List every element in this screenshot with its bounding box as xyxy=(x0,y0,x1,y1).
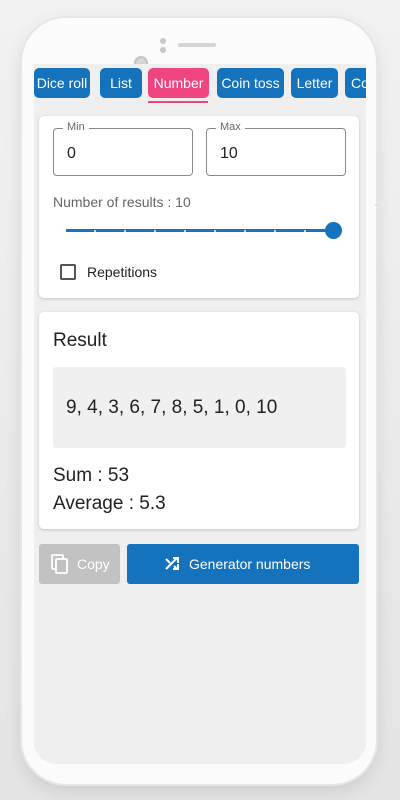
generate-label: Generator numbers xyxy=(189,556,311,572)
tab-bar: Dice roll List Number Coin toss Letter C… xyxy=(34,66,366,104)
tab-more[interactable]: Co xyxy=(345,68,366,98)
speaker xyxy=(178,43,216,47)
tab-list[interactable]: List xyxy=(100,68,142,98)
copy-button[interactable]: Copy xyxy=(39,544,120,584)
slider-tick xyxy=(244,230,246,232)
tab-label: Co xyxy=(351,75,366,91)
result-numbers-box: 9, 4, 3, 6, 7, 8, 5, 1, 0, 10 xyxy=(53,367,346,448)
repetitions-label: Repetitions xyxy=(87,264,158,280)
tab-dice-roll[interactable]: Dice roll xyxy=(34,68,90,98)
tab-label: List xyxy=(110,75,132,91)
slider-tick xyxy=(304,230,306,232)
result-card: Result 9, 4, 3, 6, 7, 8, 5, 1, 0, 10 Sum… xyxy=(39,312,359,529)
slider-track xyxy=(66,229,334,232)
repetitions-checkbox[interactable] xyxy=(60,264,76,280)
shuffle-icon xyxy=(164,555,182,576)
sensor xyxy=(160,38,166,44)
tab-label: Dice roll xyxy=(36,75,88,91)
tab-number[interactable]: Number xyxy=(148,68,209,98)
slider-tick xyxy=(184,230,186,232)
tab-letter[interactable]: Letter xyxy=(291,68,338,98)
min-value: 0 xyxy=(67,145,76,162)
slider-tick xyxy=(154,230,156,232)
max-field[interactable]: Max 10 xyxy=(206,121,346,176)
result-numbers: 9, 4, 3, 6, 7, 8, 5, 1, 0, 10 xyxy=(66,397,278,418)
sensor xyxy=(160,47,166,53)
tab-label: Coin toss xyxy=(221,75,280,91)
result-title: Result xyxy=(53,330,107,351)
copy-label: Copy xyxy=(77,556,110,572)
tab-coin-toss[interactable]: Coin toss xyxy=(217,68,284,98)
side-button xyxy=(375,204,378,206)
slider-tick xyxy=(274,230,276,232)
generate-button[interactable]: Generator numbers xyxy=(127,544,359,584)
result-average: Average : 5.3 xyxy=(53,493,166,514)
max-value: 10 xyxy=(220,145,238,162)
active-tab-indicator xyxy=(148,101,208,103)
slider-tick xyxy=(124,230,126,232)
slider-thumb[interactable] xyxy=(325,222,342,239)
tab-label: Number xyxy=(153,75,204,91)
result-sum: Sum : 53 xyxy=(53,465,130,486)
min-label: Min xyxy=(63,121,89,133)
slider-tick xyxy=(214,230,216,232)
app-screen: Dice roll List Number Coin toss Letter C… xyxy=(34,64,366,764)
tab-label: Letter xyxy=(296,75,333,91)
copy-icon xyxy=(51,554,69,577)
max-label: Max xyxy=(216,121,245,133)
min-field[interactable]: Min 0 xyxy=(53,121,193,176)
results-count-label: Number of results : 10 xyxy=(53,194,191,210)
slider-tick xyxy=(94,230,96,232)
